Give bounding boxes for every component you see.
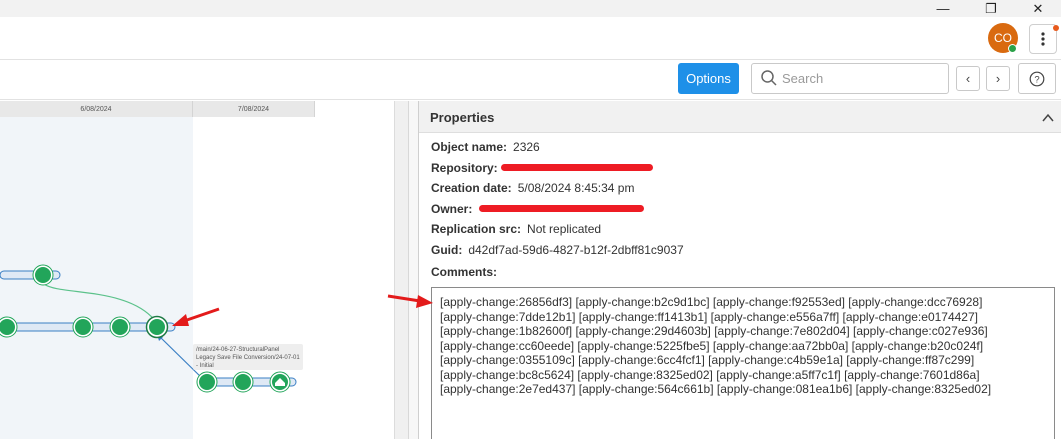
- changeset-node[interactable]: [72, 316, 94, 338]
- app-header: [0, 17, 1061, 60]
- changeset-node[interactable]: [196, 371, 218, 393]
- changeset-node[interactable]: [232, 371, 254, 393]
- panel-splitter[interactable]: [408, 101, 418, 439]
- help-button[interactable]: ?: [1018, 63, 1056, 94]
- chevron-right-icon: ›: [995, 71, 1001, 86]
- object-name-row: Object name: 2326: [431, 140, 540, 154]
- merge-link: [43, 283, 158, 324]
- search-box[interactable]: [751, 63, 949, 94]
- owner-row: Owner:: [431, 202, 478, 216]
- repository-label: Repository:: [431, 161, 498, 175]
- changeset-node[interactable]: [32, 264, 54, 286]
- properties-header[interactable]: Properties: [419, 101, 1061, 133]
- owner-label: Owner:: [431, 202, 473, 216]
- object-name-value: 2326: [513, 140, 540, 154]
- search-input[interactable]: [782, 69, 942, 88]
- guid-row: Guid: d42df7ad-59d6-4827-b12f-2dbff81c903…: [431, 243, 684, 257]
- avatar-initials: CO: [994, 31, 1012, 45]
- properties-panel: Properties Object name: 2326 Repository: …: [418, 101, 1061, 439]
- guid-label: Guid:: [431, 243, 463, 257]
- redaction-mark: [501, 164, 653, 171]
- object-name-label: Object name:: [431, 140, 508, 154]
- home-changeset-node[interactable]: [269, 371, 291, 393]
- comments-textarea[interactable]: [apply-change:26856df3] [apply-change:b2…: [431, 287, 1055, 439]
- graph-scrollbar[interactable]: [394, 101, 408, 439]
- comments-label: Comments:: [431, 265, 498, 279]
- minimize-window-button[interactable]: —: [920, 0, 966, 17]
- kebab-icon: [1041, 32, 1045, 46]
- properties-title: Properties: [430, 110, 495, 125]
- close-icon: ✕: [1032, 0, 1044, 16]
- creation-date-label: Creation date:: [431, 181, 512, 195]
- notification-dot-icon: [1053, 25, 1059, 31]
- minimize-icon: —: [936, 1, 950, 16]
- branch-explorer-graph[interactable]: 6/08/2024 7/08/2024 /main/24-06-27-Struc…: [0, 101, 418, 439]
- comments-row: Comments:: [431, 265, 503, 279]
- search-icon: [761, 70, 777, 86]
- options-button[interactable]: Options: [678, 63, 739, 94]
- chevron-up-icon[interactable]: [1041, 111, 1055, 125]
- restore-window-button[interactable]: ❐: [968, 0, 1014, 17]
- previous-button[interactable]: ‹: [956, 66, 980, 91]
- creation-date-value: 5/08/2024 8:45:34 pm: [517, 181, 635, 195]
- redaction-mark: [479, 205, 644, 212]
- help-icon: ?: [1029, 71, 1045, 86]
- chevron-left-icon: ‹: [965, 71, 971, 86]
- changeset-node[interactable]: [0, 316, 18, 338]
- online-status-icon: [1008, 44, 1017, 53]
- next-button[interactable]: ›: [986, 66, 1010, 91]
- svg-text:?: ?: [1034, 74, 1039, 85]
- restore-icon: ❐: [985, 0, 997, 16]
- branch-label[interactable]: /main/24-06-27-StructuralPanel Legacy Sa…: [193, 344, 303, 370]
- changeset-node-selected[interactable]: [145, 315, 169, 339]
- guid-value: d42df7ad-59d6-4827-b12f-2dbff81c9037: [468, 243, 684, 257]
- window-titlebar: — ❐ ✕: [0, 0, 1061, 17]
- repository-row: Repository:: [431, 161, 504, 175]
- replication-src-value: Not replicated: [527, 222, 602, 236]
- close-window-button[interactable]: ✕: [1015, 0, 1061, 17]
- creation-date-row: Creation date: 5/08/2024 8:45:34 pm: [431, 181, 634, 195]
- branch-graph-canvas: [0, 264, 297, 393]
- replication-src-row: Replication src: Not replicated: [431, 222, 601, 236]
- changeset-node[interactable]: [109, 316, 131, 338]
- replication-src-label: Replication src:: [431, 222, 522, 236]
